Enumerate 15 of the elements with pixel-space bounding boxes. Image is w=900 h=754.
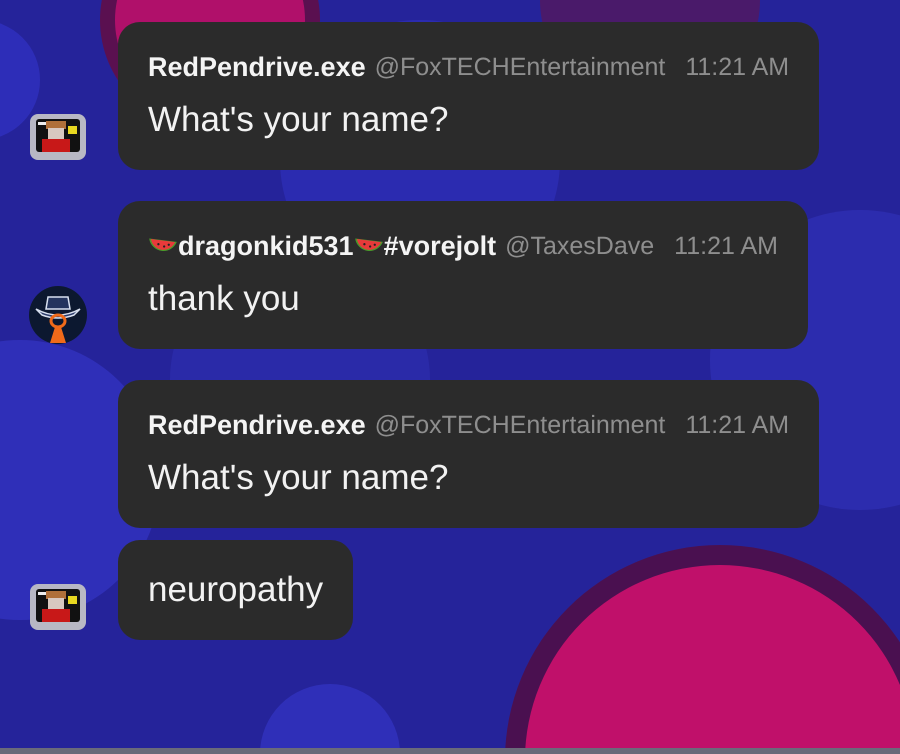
timestamp: 11:21 AM [674, 231, 778, 262]
message-text: What's your name? [148, 457, 450, 499]
user-handle[interactable]: @TaxesDave [505, 229, 654, 263]
message-text: What's your name? [148, 99, 450, 141]
timestamp: 11:21 AM [685, 52, 790, 83]
author-name[interactable]: #vorejolt [384, 229, 496, 263]
user-handle[interactable]: @FoxTECHEntertainment [374, 408, 666, 442]
message-text: thank you [148, 278, 301, 320]
author-name[interactable]: RedPendrive.exe [148, 408, 366, 442]
author-name[interactable]: dragonkid531 [178, 229, 354, 263]
message-text: neuropathy [148, 569, 324, 611]
timestamp: 11:21 AM [685, 410, 790, 441]
author-name[interactable]: RedPendrive.exe [148, 50, 366, 84]
user-handle[interactable]: @FoxTECHEntertainment [374, 50, 666, 84]
avatar[interactable] [28, 285, 88, 345]
